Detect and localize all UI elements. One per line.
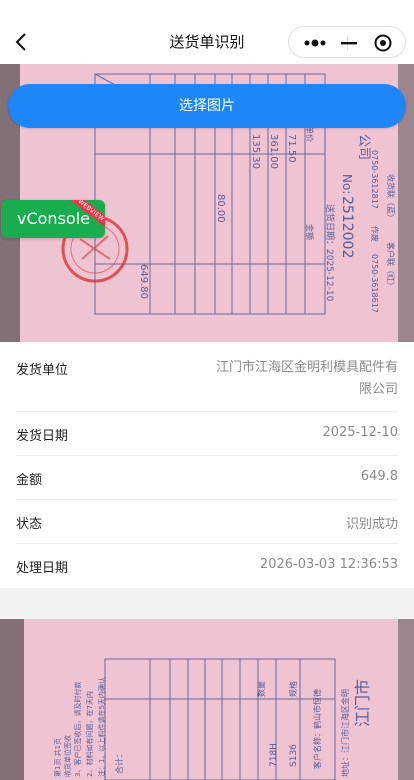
vconsole-label: vConsole bbox=[17, 209, 90, 228]
photo2-text-sign: 收货单位签收 bbox=[63, 735, 72, 777]
processed-date-value: 2026-03-03 12:36:53 bbox=[259, 557, 398, 572]
result-row-processed-date: 处理日期 2026-03-03 12:36:53 bbox=[16, 544, 398, 588]
close-circle-icon[interactable] bbox=[373, 33, 393, 53]
photo2-text-spec: 规格 bbox=[288, 681, 298, 697]
amount-value: 649.8 bbox=[360, 469, 398, 484]
photo2-text-qty: 数量 bbox=[256, 681, 266, 697]
section-gap bbox=[0, 588, 414, 619]
photo-text-val4: 80.00 bbox=[215, 194, 226, 223]
delivery-note-photo-2-drawing: 江门市 客户名称：鹤山市恒德 地址：江门市江海区金明 规格 数量 S136 71… bbox=[0, 619, 414, 780]
photo2-text-customer: 客户名称：鹤山市恒德 bbox=[312, 689, 322, 769]
photo-text-phone2: 0750-3618617 bbox=[370, 254, 379, 313]
photo-text-no-value: 2512002 bbox=[339, 196, 355, 258]
photo-text-unit-price: 单价 bbox=[305, 126, 315, 142]
status-label: 状态 bbox=[16, 517, 43, 532]
photo-text-no-label: No: bbox=[340, 174, 354, 194]
processed-date-label: 处理日期 bbox=[16, 561, 69, 576]
photo-text-date: 送货日期：2025-12-10 bbox=[324, 204, 336, 302]
photo-text-receipt: 收货联（蓝） bbox=[386, 174, 396, 222]
photo-text-val3: 135.30 bbox=[250, 134, 261, 169]
result-row-amount: 金额 649.8 bbox=[16, 456, 398, 500]
sender-value: 江门市江海区金明利模具配件有限公司 bbox=[215, 360, 398, 397]
select-image-button[interactable]: 选择图片 bbox=[8, 84, 406, 128]
recognition-result-card: 发货单位 江门市江海区金明利模具配件有限公司 发货日期 2025-12-10 金… bbox=[0, 342, 414, 588]
photo2-text-s136: S136 bbox=[289, 744, 299, 767]
photo-text-phone1: 0750-3612817 bbox=[370, 150, 379, 209]
photo-text-customer: 客户联（红） bbox=[386, 242, 396, 290]
sender-label: 发货单位 bbox=[16, 363, 69, 378]
photo-text-void: 作废 bbox=[370, 226, 380, 242]
ship-date-label: 发货日期 bbox=[16, 429, 69, 444]
photo2-text-total: 合计： bbox=[114, 750, 124, 774]
photo2-text-address: 地址：江门市江海区金明 bbox=[340, 689, 350, 777]
photo-text-val1: 71.50 bbox=[286, 134, 297, 163]
photo2-text-note3: 3、客户已签收后，请及时付款 bbox=[73, 682, 82, 777]
photo2-text-718h: 718H bbox=[269, 743, 279, 767]
result-row-ship-date: 发货日期 2025-12-10 bbox=[16, 412, 398, 456]
status-value: 识别成功 bbox=[345, 517, 398, 532]
photo2-text-page: 第1页 共1页 bbox=[53, 738, 62, 777]
navigation-bar: 送货单识别 bbox=[0, 0, 414, 64]
photo2-text-city: 江门市 bbox=[353, 679, 372, 727]
minimize-icon[interactable] bbox=[338, 35, 360, 51]
photo-text-company: 公司 bbox=[356, 134, 371, 160]
photo-text-total: 649.80 bbox=[138, 264, 149, 299]
result-row-status: 状态 识别成功 bbox=[16, 500, 398, 544]
photo2-text-note2: 2、材料如有问题，在7天内 bbox=[85, 691, 94, 777]
vconsole-button[interactable]: vConsole WEBVIEW bbox=[1, 200, 105, 238]
photo-text-val2: 361.00 bbox=[268, 134, 279, 169]
result-row-sender: 发货单位 江门市江海区金明利模具配件有限公司 bbox=[16, 342, 398, 412]
mini-program-capsule bbox=[288, 26, 406, 58]
amount-label: 金额 bbox=[16, 473, 43, 488]
delivery-note-photo-2: 江门市 客户名称：鹤山市恒德 地址：江门市江海区金明 规格 数量 S136 71… bbox=[0, 619, 414, 780]
photo-text-amount: 金额 bbox=[305, 224, 315, 240]
ship-date-value: 2025-12-10 bbox=[322, 425, 398, 440]
photo2-text-note1: 注：1、以上料件请在5天内确认 bbox=[97, 677, 106, 777]
more-dots-icon[interactable] bbox=[301, 35, 335, 51]
